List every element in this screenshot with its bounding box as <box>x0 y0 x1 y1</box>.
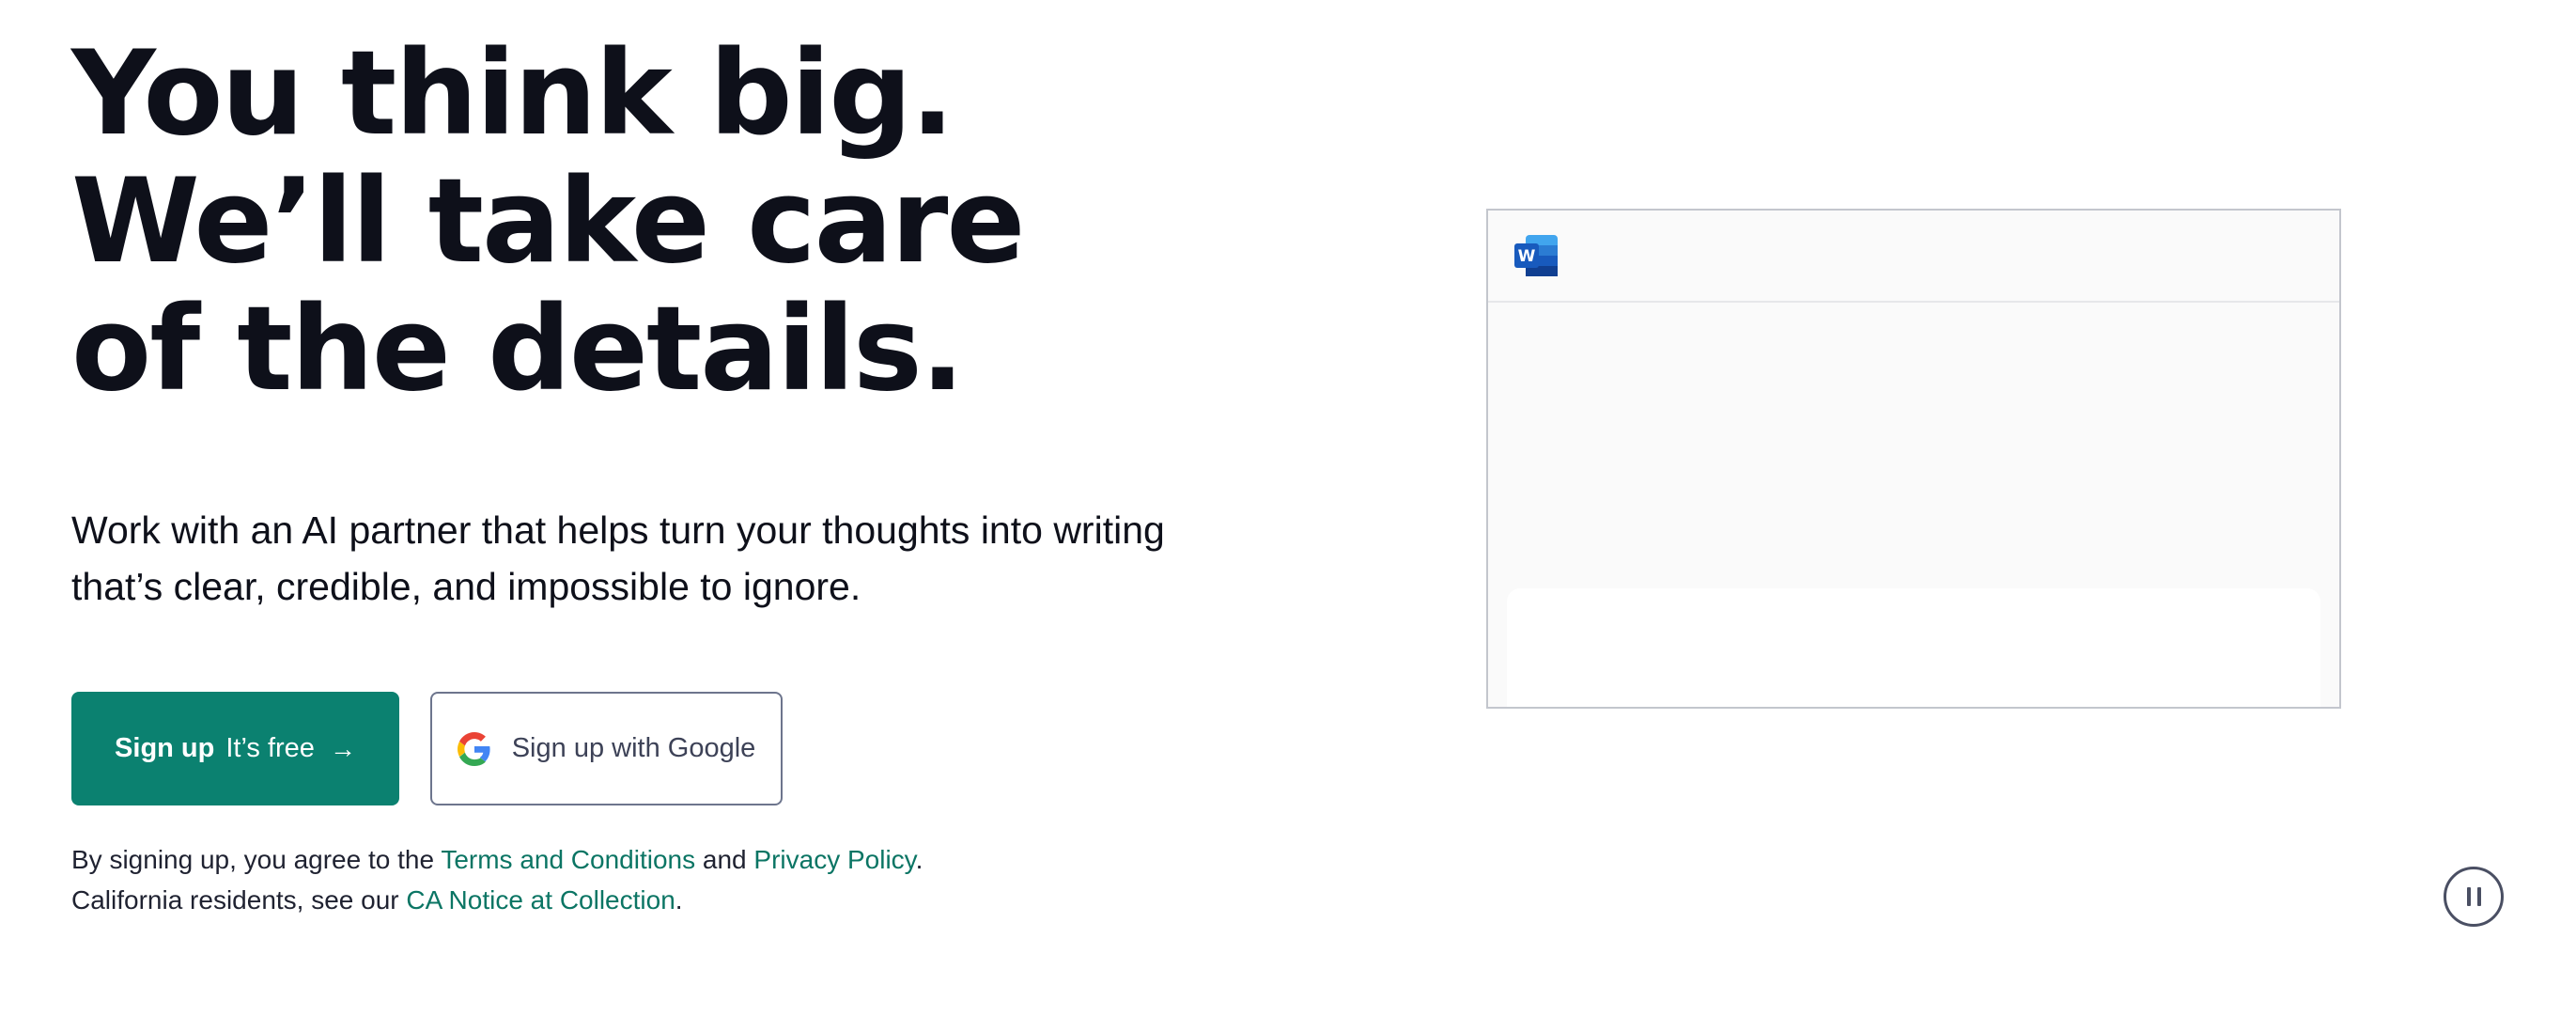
signup-button[interactable]: Sign up It’s free → <box>71 692 399 805</box>
landing-page: You think big. We’ll take care of the de… <box>0 0 2576 1032</box>
hero-section: You think big. We’ll take care of the de… <box>71 30 1293 920</box>
cta-row: Sign up It’s free → Sign up with Google <box>71 692 1293 805</box>
hero-headline: You think big. We’ll take care of the de… <box>71 26 1026 417</box>
legal-line-terms: By signing up, you agree to the Terms an… <box>71 839 1293 880</box>
terms-link[interactable]: Terms and Conditions <box>441 845 695 874</box>
ca-notice-link[interactable]: CA Notice at Collection <box>406 885 675 915</box>
google-icon <box>457 731 490 766</box>
pause-icon <box>2466 887 2471 906</box>
legal-prefix-text: By signing up, you agree to the <box>71 845 442 874</box>
google-signup-button[interactable]: Sign up with Google <box>430 692 783 805</box>
signup-button-free-label: It’s free <box>225 733 315 763</box>
signup-button-label: Sign up <box>115 733 215 763</box>
document-preview: W <box>1486 209 2341 709</box>
legal-period-text: . <box>915 845 923 874</box>
google-signup-label: Sign up with Google <box>511 733 756 763</box>
legal-and-text: and <box>695 845 754 874</box>
preview-header: W <box>1488 211 2339 303</box>
california-period-text: . <box>675 885 683 915</box>
arrow-right-icon: → <box>329 733 356 763</box>
preview-document-sheet <box>1507 588 2320 707</box>
california-prefix-text: California residents, see our <box>71 885 407 915</box>
legal-notice: By signing up, you agree to the Terms an… <box>71 839 1293 920</box>
legal-line-california: California residents, see our CA Notice … <box>71 880 1293 920</box>
pause-animation-button[interactable] <box>2444 867 2504 927</box>
microsoft-word-icon: W <box>1514 235 1558 276</box>
privacy-link[interactable]: Privacy Policy <box>753 845 915 874</box>
hero-subhead: Work with an AI partner that helps turn … <box>71 508 1165 608</box>
svg-text:W: W <box>1518 247 1536 266</box>
pause-icon <box>2476 887 2481 906</box>
